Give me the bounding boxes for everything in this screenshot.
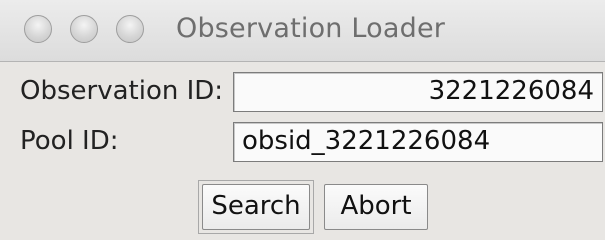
zoom-window-icon[interactable]	[116, 15, 144, 43]
search-button[interactable]: Search	[202, 184, 310, 230]
close-window-icon[interactable]	[24, 15, 52, 43]
observation-id-field[interactable]: 3221226084	[233, 72, 603, 112]
pool-id-field[interactable]: obsid_3221226084	[233, 122, 603, 162]
observation-id-label: Observation ID:	[20, 76, 224, 106]
window-title: Observation Loader	[176, 13, 446, 44]
title-bar[interactable]: Observation Loader	[0, 0, 605, 62]
abort-button[interactable]: Abort	[324, 184, 428, 230]
observation-loader-window: Observation Loader Observation ID: 32212…	[0, 0, 605, 240]
pool-id-label: Pool ID:	[20, 126, 119, 156]
minimize-window-icon[interactable]	[70, 15, 98, 43]
